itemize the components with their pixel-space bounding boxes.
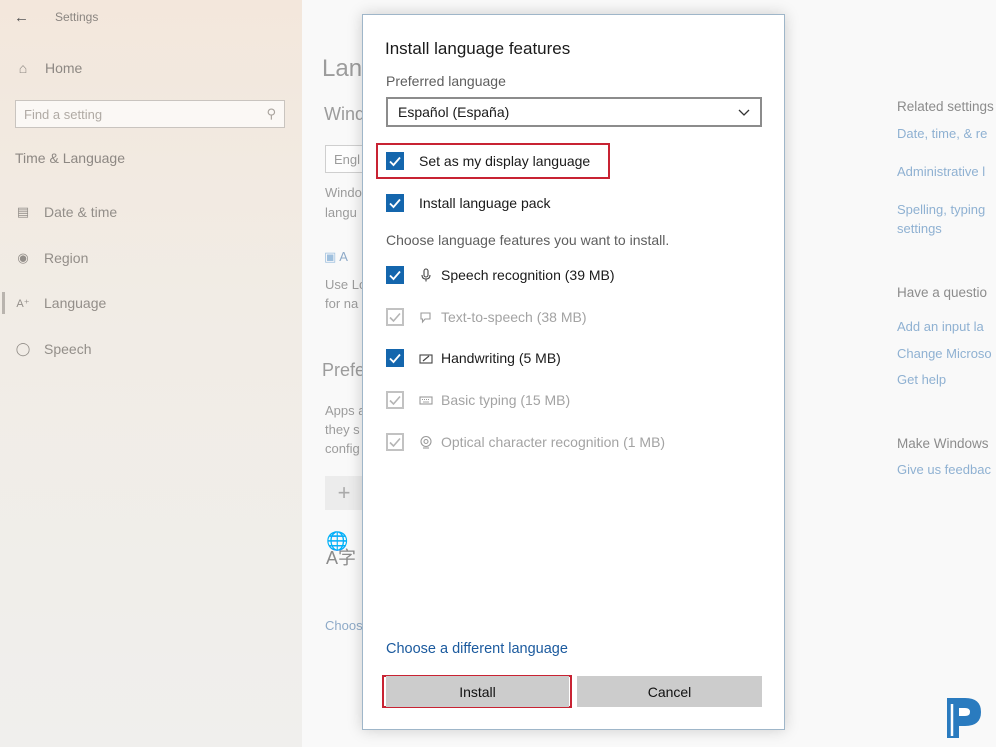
feedback-link[interactable]: Give us feedbac <box>897 462 991 477</box>
display-language-select[interactable]: Engl <box>325 145 365 173</box>
feature-label: Speech recognition (39 MB) <box>441 267 615 283</box>
sidebar-item-label: Speech <box>44 341 92 357</box>
checkmark-icon <box>389 437 401 448</box>
sidebar-item-label: Home <box>45 60 83 76</box>
window-titlebar: ← Settings <box>14 6 98 28</box>
choose-different-language-link[interactable]: Choose a different language <box>386 641 568 657</box>
display-language-option[interactable]: Set as my display language <box>386 152 590 170</box>
ocr-icon <box>420 435 432 449</box>
checkmark-icon <box>389 312 401 323</box>
feature-label: Text-to-speech (38 MB) <box>441 309 587 325</box>
help-link[interactable]: Add an input la <box>897 319 984 334</box>
checkmark-icon <box>389 156 401 167</box>
microphone-icon <box>421 268 431 282</box>
settings-sidebar: ← Settings ⌂ Home Find a setting ⚲ Time … <box>0 0 302 747</box>
add-language-link-label: A <box>339 249 348 264</box>
feature-handwriting[interactable]: Handwriting (5 MB) <box>386 349 561 367</box>
sidebar-item-date-time[interactable]: ▤ Date & time <box>15 204 117 220</box>
help-link[interactable]: Get help <box>897 372 946 387</box>
language-icon: 🌐 A字 <box>326 531 357 568</box>
display-language-checkbox[interactable] <box>386 152 404 170</box>
dialog-title: Install language features <box>385 39 571 58</box>
handwriting-checkbox[interactable] <box>386 349 404 367</box>
sidebar-item-label: Date & time <box>44 204 118 220</box>
language-icon: A⁺ <box>16 297 30 310</box>
install-language-dialog: Install language features Preferred lang… <box>362 14 785 730</box>
basic-typing-checkbox <box>386 391 404 409</box>
brand-logo-icon <box>947 698 981 738</box>
calendar-icon: ▤ <box>16 204 30 219</box>
add-language-link[interactable]: ▣ A <box>324 249 348 265</box>
sidebar-item-home[interactable]: ⌂ Home <box>15 60 83 76</box>
description-text: Windo <box>325 185 362 200</box>
text-to-speech-checkbox <box>386 308 404 326</box>
globe-icon: ◉ <box>17 250 29 265</box>
section-heading: Wind <box>324 104 366 124</box>
help-link[interactable]: Change Microso <box>897 346 992 361</box>
related-link[interactable]: Administrative l <box>897 164 985 179</box>
add-preferred-language-button[interactable]: + <box>325 476 363 510</box>
ocr-checkbox <box>386 433 404 451</box>
features-hint: Choose language features you want to ins… <box>386 232 670 248</box>
sidebar-item-speech[interactable]: ◯ Speech <box>15 341 92 357</box>
related-link[interactable]: Spelling, typing <box>897 202 985 217</box>
section-heading: Prefe <box>322 360 366 380</box>
description-text: Apps a <box>325 403 366 418</box>
back-arrow-icon[interactable]: ← <box>14 9 29 26</box>
feature-label: Basic typing (15 MB) <box>441 392 571 408</box>
preferred-language-label: Preferred language <box>386 73 506 89</box>
sidebar-item-region[interactable]: ◉ Region <box>15 250 88 266</box>
feature-label: Optical character recognition (1 MB) <box>441 434 666 450</box>
language-pack-label: Install language pack <box>419 195 551 211</box>
description-text: for na <box>325 296 359 311</box>
feature-basic-typing: Basic typing (15 MB) <box>386 391 570 409</box>
description-text: Use Lo <box>325 277 367 292</box>
description-text: config <box>325 441 360 456</box>
speech-recognition-checkbox[interactable] <box>386 266 404 284</box>
sidebar-item-language[interactable]: A⁺ Language <box>15 295 106 311</box>
related-settings-heading: Related settings <box>897 99 994 114</box>
checkmark-icon <box>389 353 401 364</box>
cancel-button[interactable]: Cancel <box>577 676 762 707</box>
preferred-language-select[interactable]: Español (España) <box>386 97 762 127</box>
add-language-icon: ▣ <box>324 249 337 264</box>
checkmark-icon <box>389 198 401 209</box>
search-placeholder: Find a setting <box>24 106 103 122</box>
microphone-icon: ◯ <box>15 341 31 356</box>
feedback-heading: Make Windows <box>897 436 989 451</box>
chevron-down-icon <box>738 109 750 116</box>
choose-link[interactable]: Choos <box>325 618 363 633</box>
related-link[interactable]: settings <box>897 221 942 236</box>
page-title: Lan <box>322 55 363 82</box>
display-language-label: Set as my display language <box>419 153 591 169</box>
description-text: they s <box>325 422 360 437</box>
language-pack-checkbox[interactable] <box>386 194 404 212</box>
language-pack-option[interactable]: Install language pack <box>386 194 551 212</box>
feature-ocr: Optical character recognition (1 MB) <box>386 433 665 451</box>
feature-label: Handwriting (5 MB) <box>441 350 561 366</box>
selected-language: Español (España) <box>398 104 510 120</box>
window-title: Settings <box>55 10 99 24</box>
description-text: langu <box>325 205 357 220</box>
search-icon[interactable]: ⚲ <box>266 106 276 122</box>
active-indicator <box>2 292 5 314</box>
speech-bubble-icon <box>420 312 431 324</box>
pen-icon <box>419 354 433 364</box>
question-heading: Have a questio <box>897 285 988 300</box>
feature-speech-recognition[interactable]: Speech recognition (39 MB) <box>386 266 615 284</box>
keyboard-icon <box>419 396 433 405</box>
settings-search-box[interactable]: Find a setting ⚲ <box>15 100 285 128</box>
related-link[interactable]: Date, time, & re <box>897 126 987 141</box>
sidebar-item-label: Region <box>44 250 89 266</box>
checkmark-icon <box>389 395 401 406</box>
feature-text-to-speech: Text-to-speech (38 MB) <box>386 308 587 326</box>
sidebar-item-label: Language <box>44 295 107 311</box>
install-button[interactable]: Install <box>386 676 569 707</box>
checkmark-icon <box>389 270 401 281</box>
home-icon: ⌂ <box>18 60 28 76</box>
sidebar-section-title: Time & Language <box>15 150 125 166</box>
